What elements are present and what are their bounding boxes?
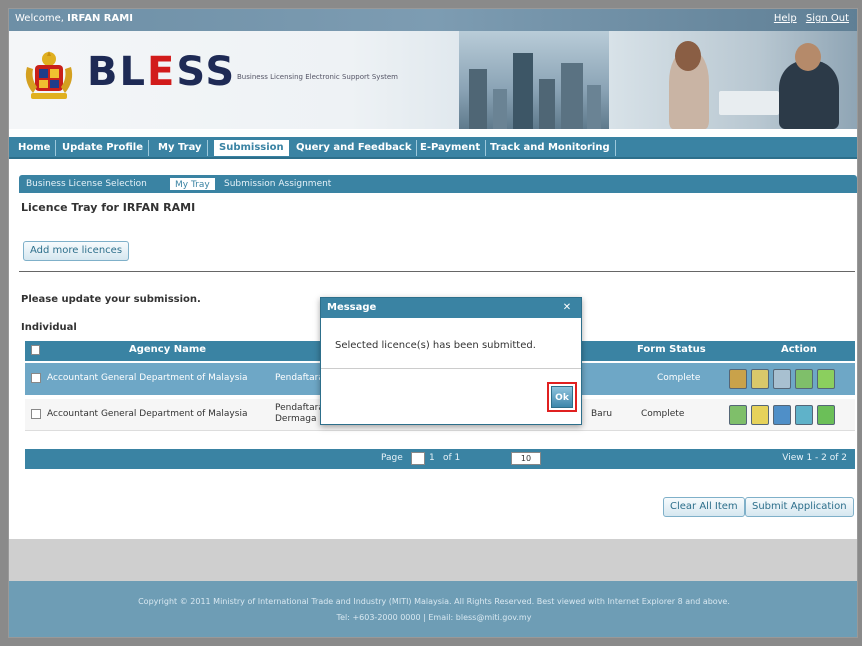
edit-icon[interactable] [751,369,769,389]
section-individual: Individual [21,322,77,333]
grid-pager: Page 1 of 1 10 View 1 - 2 of 2 [25,449,855,469]
dialog-title-text: Message [327,302,377,313]
print-icon[interactable] [773,369,791,389]
help-link[interactable]: Help [774,13,797,24]
row-status: Complete [641,409,685,419]
logo-part-e: E [146,49,177,95]
welcome-prefix: Welcome, [15,13,64,24]
clear-all-item-button[interactable]: Clear All Item [663,497,745,517]
ok-button-highlight: Ok [547,382,577,412]
row-agency: Accountant General Department of Malaysi… [47,373,248,383]
row-status: Complete [657,373,701,383]
dialog-message: Selected licence(s) has been submitted. [335,340,536,351]
row-agency: Accountant General Department of Malaysi… [47,409,248,419]
content-bottom-band [9,539,857,581]
footer-line-1: Copyright © 2011 Ministry of Internation… [138,597,730,606]
page-title: Licence Tray for IRFAN RAMI [21,201,196,214]
message-dialog: Message ✕ Selected licence(s) has been s… [320,297,582,425]
check-icon[interactable] [795,369,813,389]
footer-line-2: Tel: +603-2000 0000 | Email: bless@miti.… [336,613,532,622]
view-icon[interactable] [729,369,747,389]
divider [19,271,855,272]
dialog-title: Message [321,298,581,318]
attach-icon[interactable] [817,369,835,389]
logo-part-2: SS [176,49,237,95]
attach-icon[interactable] [817,405,835,425]
pager-view-info: View 1 - 2 of 2 [782,453,847,463]
row-checkbox[interactable] [31,409,41,419]
tab-business-license-selection[interactable]: Business License Selection [21,177,152,191]
edit-icon[interactable] [751,405,769,425]
top-links: Help Sign Out [768,13,849,24]
sign-out-link[interactable]: Sign Out [806,13,849,24]
close-icon[interactable]: ✕ [561,302,573,314]
check-icon[interactable] [795,405,813,425]
header-people-image [609,31,857,129]
logo-part-1: BL [87,49,147,95]
pager-page-label: Page [381,453,403,463]
menu-home[interactable]: Home [13,140,57,156]
page-number-input[interactable] [411,452,425,465]
row-checkbox[interactable] [31,373,41,383]
sub-menu: Business License Selection My Tray Submi… [19,175,857,193]
welcome-text: Welcome, IRFAN RAMI [15,13,133,24]
header-city-image [459,31,609,129]
tab-submission-assignment[interactable]: Submission Assignment [219,177,336,191]
site-header: Welcome, IRFAN RAMI Help Sign Out BLESS … [9,9,857,129]
col-form-status: Form Status [637,344,706,355]
submit-application-button[interactable]: Submit Application [745,497,854,517]
malaysia-crest-icon [25,51,73,99]
col-agency-name: Agency Name [129,344,207,355]
menu-my-tray[interactable]: My Tray [153,140,208,156]
browser-page: Welcome, IRFAN RAMI Help Sign Out BLESS … [8,8,858,638]
main-menu: Home Update Profile My Tray Submission Q… [9,137,857,159]
menu-query-feedback[interactable]: Query and Feedback [291,140,418,156]
page-size-select[interactable]: 10 [511,452,541,465]
update-note: Please update your submission. [21,294,201,305]
header-topbar: Welcome, IRFAN RAMI Help Sign Out [9,9,857,31]
print-icon[interactable] [773,405,791,425]
add-more-licences-button[interactable]: Add more licences [23,241,130,261]
menu-track-monitoring[interactable]: Track and Monitoring [485,140,616,156]
menu-e-payment[interactable]: E-Payment [415,140,487,156]
view-icon[interactable] [729,405,747,425]
bless-logo: BLESS [87,49,236,95]
ok-button[interactable]: Ok [551,386,573,408]
logo-tagline: Business Licensing Electronic Support Sy… [237,73,398,81]
col-action: Action [781,344,817,355]
site-footer: Copyright © 2011 Ministry of Internation… [9,581,857,637]
tab-my-tray[interactable]: My Tray [169,177,216,191]
menu-update-profile[interactable]: Update Profile [57,140,149,156]
row-extra: Baru [591,409,613,419]
user-name: IRFAN RAMI [67,13,133,24]
pager-page-value: 1 [429,453,435,463]
pager-of-label: of 1 [443,453,461,463]
select-all-checkbox[interactable] [31,345,40,355]
menu-submission[interactable]: Submission [213,139,290,157]
dialog-divider [321,368,581,369]
